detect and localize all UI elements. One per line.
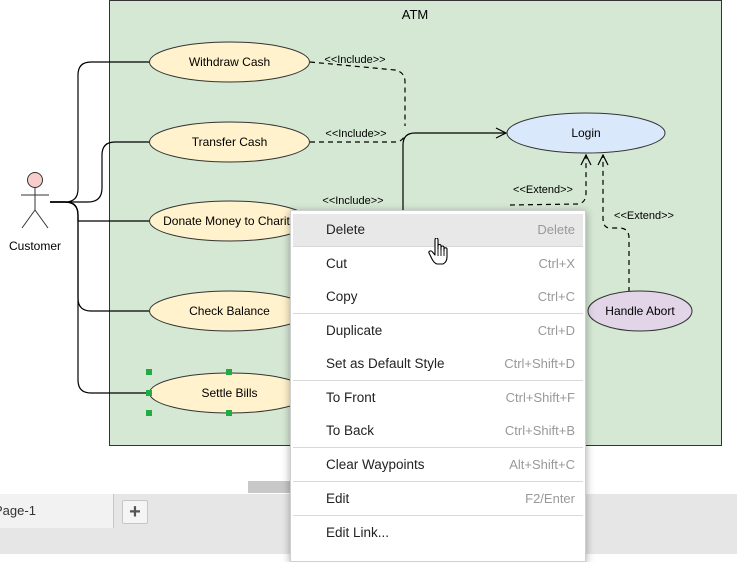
usecase-label: Withdraw Cash (189, 55, 270, 69)
menu-item-label: Delete (326, 222, 366, 237)
usecase-label: Handle Abort (605, 304, 675, 318)
actor-customer[interactable]: Customer (9, 172, 61, 254)
menu-item-edit[interactable]: Edit F2/Enter (293, 483, 583, 515)
usecase-label: Donate Money to Charity (163, 214, 296, 228)
usecase-label: Check Balance (189, 304, 270, 318)
extend-label-1: <<Extend>> (513, 184, 573, 196)
menu-item-shortcut: Ctrl+D (537, 323, 575, 338)
usecase-donate-money[interactable]: Donate Money to Charity (149, 200, 310, 242)
menu-item-set-default-style[interactable]: Set as Default Style Ctrl+Shift+D (293, 348, 583, 380)
menu-item-label: Edit Link... (326, 525, 390, 540)
include-label-1: <<Include>> (324, 54, 385, 66)
menu-item-shortcut: Ctrl+Shift+B (504, 423, 575, 438)
resize-handle-nw[interactable] (146, 369, 152, 375)
menu-item-label: Edit (326, 491, 350, 506)
usecase-label: Login (571, 126, 600, 140)
menu-item-edit-link[interactable]: Edit Link... (293, 517, 583, 549)
menu-separator (293, 515, 583, 516)
menu-item-label: Copy (326, 289, 358, 304)
include-label-3: <<Include>> (322, 195, 383, 207)
actor-right-leg (34, 209, 49, 229)
menu-item-copy[interactable]: Copy Ctrl+C (293, 281, 583, 313)
usecase-login[interactable]: Login (506, 112, 666, 154)
system-label: ATM (402, 7, 428, 22)
menu-item-shortcut: Ctrl+C (537, 289, 575, 304)
menu-item-shortcut: F2/Enter (525, 491, 575, 506)
resize-handle-n[interactable] (226, 369, 232, 375)
tab-page-1[interactable]: Page-1 (0, 494, 114, 528)
menu-item-to-front[interactable]: To Front Ctrl+Shift+F (293, 382, 583, 414)
menu-item-label: To Back (326, 423, 375, 438)
menu-item-to-back[interactable]: To Back Ctrl+Shift+B (293, 415, 583, 447)
hand-pointer-icon (428, 238, 448, 265)
usecase-label: Transfer Cash (192, 135, 268, 149)
resize-handle-s[interactable] (226, 410, 232, 416)
plus-icon: + (129, 501, 141, 523)
horizontal-scrollbar-thumb[interactable] (248, 481, 294, 493)
usecase-withdraw-cash[interactable]: Withdraw Cash (149, 41, 310, 83)
menu-item-shortcut: Alt+Shift+C (509, 457, 575, 472)
menu-separator (293, 313, 583, 314)
actor-left-leg (21, 209, 36, 229)
menu-separator (293, 447, 583, 448)
menu-item-label: Clear Waypoints (326, 457, 425, 472)
menu-separator (293, 481, 583, 482)
actor-label: Customer (9, 239, 61, 253)
page-tab-label: Page-1 (0, 503, 36, 518)
menu-item-label: Cut (326, 256, 348, 271)
usecase-label: Settle Bills (201, 386, 257, 400)
include-label-2: <<Include>> (325, 128, 386, 140)
usecase-transfer-cash[interactable]: Transfer Cash (149, 121, 310, 163)
menu-item-clear-waypoints[interactable]: Clear Waypoints Alt+Shift+C (293, 449, 583, 481)
menu-item-shortcut: Ctrl+Shift+F (505, 390, 575, 405)
usecase-check-balance[interactable]: Check Balance (149, 290, 310, 332)
resize-handle-sw[interactable] (146, 410, 152, 416)
menu-item-label: To Front (326, 390, 376, 405)
menu-item-shortcut: Delete (537, 222, 575, 237)
usecase-handle-abort[interactable]: Handle Abort (587, 290, 693, 332)
add-page-button[interactable]: + (122, 500, 148, 524)
menu-item-shortcut: Ctrl+Shift+D (504, 356, 575, 371)
menu-separator (293, 380, 583, 381)
menu-item-label: Set as Default Style (326, 356, 445, 371)
resize-handle-w[interactable] (146, 390, 152, 396)
extend-label-2: <<Extend>> (614, 210, 674, 222)
menu-item-duplicate[interactable]: Duplicate Ctrl+D (293, 315, 583, 347)
menu-item-label: Duplicate (326, 323, 383, 338)
menu-item-shortcut: Ctrl+X (538, 256, 575, 271)
actor-head (27, 172, 43, 188)
usecase-settle-bills[interactable]: Settle Bills (149, 372, 310, 414)
